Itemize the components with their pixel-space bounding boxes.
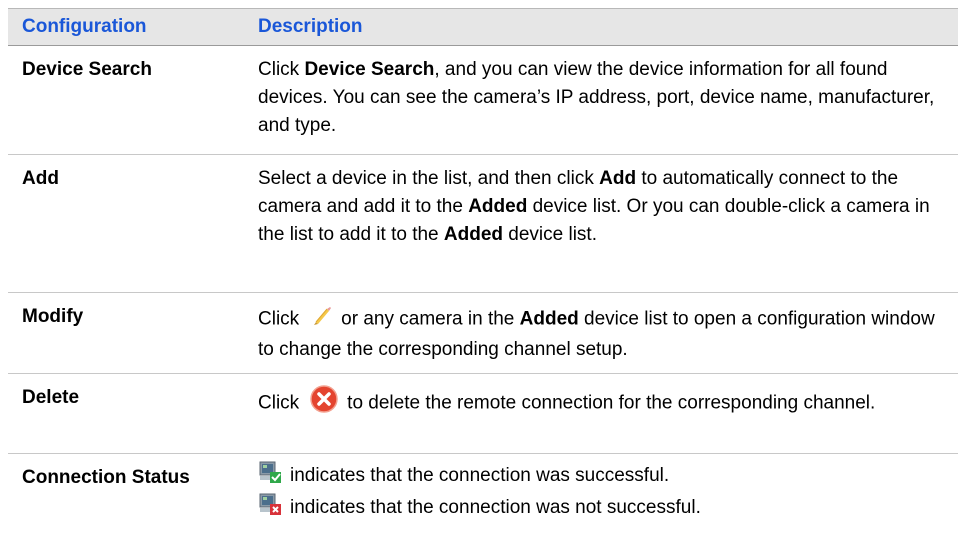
table-row-device-search: Device Search Click Device Search, and y… bbox=[8, 46, 958, 155]
config-description: Click to delete the remote connection for… bbox=[248, 374, 958, 453]
config-name: Add bbox=[22, 168, 59, 189]
red-x-delete-icon bbox=[309, 384, 339, 423]
configuration-table: Configuration Description Device Search … bbox=[8, 8, 958, 540]
desc-bold: Added bbox=[468, 196, 528, 217]
table-row-add: Add Select a device in the list, and the… bbox=[8, 155, 958, 293]
table-row-delete: Delete Click to delete the remote connect… bbox=[8, 374, 958, 454]
config-name: Device Search bbox=[22, 59, 152, 80]
config-name: Connection Status bbox=[22, 467, 190, 488]
config-name: Modify bbox=[22, 306, 84, 327]
config-description: Select a device in the list, and then cl… bbox=[248, 155, 958, 292]
status-fail-line: indicates that the connection was not su… bbox=[258, 492, 946, 524]
pencil-edit-icon bbox=[309, 303, 333, 336]
status-success-line: indicates that the connection was succes… bbox=[258, 460, 946, 492]
desc-text: Click bbox=[258, 308, 300, 330]
desc-bold: Added bbox=[519, 308, 579, 330]
config-description: Click or any camera in the Added device l… bbox=[248, 293, 958, 373]
desc-text: to delete the remote connection for the … bbox=[347, 392, 876, 414]
desc-text: Select a device in the list, and then cl… bbox=[258, 168, 600, 189]
desc-bold: Add bbox=[599, 168, 637, 189]
config-description: indicates that the connection was succes… bbox=[248, 454, 958, 540]
desc-text: device list. bbox=[503, 224, 597, 245]
table-header: Configuration Description bbox=[8, 8, 958, 46]
monitor-green-check-icon bbox=[258, 460, 282, 493]
desc-bold: Added bbox=[443, 224, 503, 245]
config-name: Delete bbox=[22, 387, 80, 408]
status-fail-text: indicates that the connection was not su… bbox=[290, 497, 701, 518]
desc-text: Click bbox=[258, 392, 300, 414]
header-description: Description bbox=[258, 16, 363, 37]
desc-text: or any camera in the bbox=[341, 308, 520, 330]
table-row-connection-status: Connection Status indicates that the con… bbox=[8, 454, 958, 540]
desc-bold: Device Search bbox=[304, 59, 435, 80]
header-configuration: Configuration bbox=[22, 16, 147, 37]
table-row-modify: Modify Click or any camera in the Added d… bbox=[8, 293, 958, 374]
config-description: Click Device Search, and you can view th… bbox=[248, 46, 958, 154]
status-success-text: indicates that the connection was succes… bbox=[290, 465, 670, 486]
monitor-red-x-icon bbox=[258, 492, 282, 525]
desc-text: Click bbox=[258, 59, 305, 80]
